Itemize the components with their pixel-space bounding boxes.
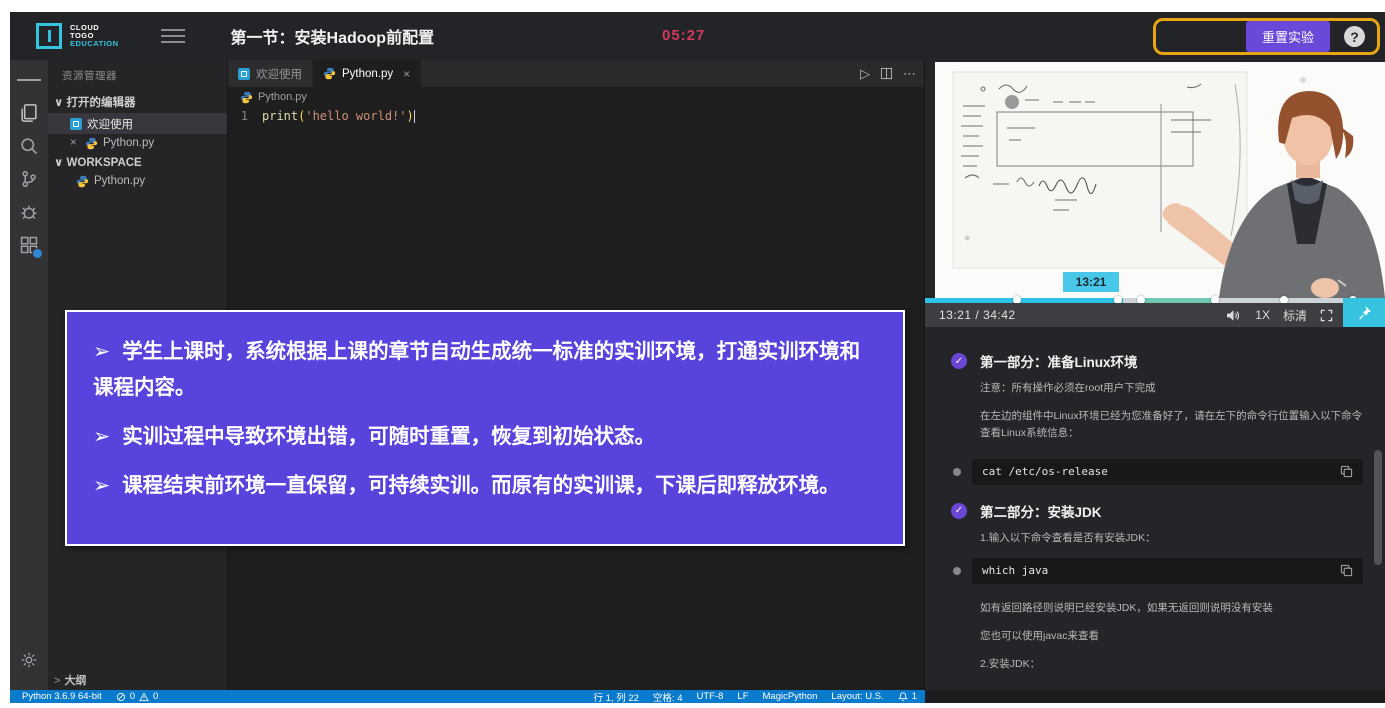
language-mode[interactable]: MagicPython: [763, 691, 818, 702]
app-window: CLOUD TOGO EDUCATION 第一节：安装Hadoop前配置 05:…: [10, 12, 1385, 703]
open-editor-welcome[interactable]: 欢迎使用: [48, 113, 227, 134]
copy-icon[interactable]: [1340, 465, 1353, 478]
text-cursor: [414, 110, 416, 123]
keyboard-layout[interactable]: Layout: U.S.: [831, 691, 883, 702]
open-editor-python[interactable]: × Python.py: [48, 134, 227, 152]
editor-tab-bar: 欢迎使用 Python.py × ▷ ⋯: [228, 60, 924, 87]
countdown-timer: 05:27: [662, 27, 705, 44]
fullscreen-icon[interactable]: [1320, 309, 1333, 322]
reset-experiment-button[interactable]: 重置实验: [1246, 21, 1330, 52]
encoding[interactable]: UTF-8: [696, 691, 723, 702]
close-icon[interactable]: ×: [403, 67, 410, 81]
pin-video-button[interactable]: [1343, 298, 1385, 327]
files-icon[interactable]: [17, 101, 41, 125]
cursor-position[interactable]: 行 1, 列 22: [594, 690, 639, 704]
command-os-release[interactable]: cat /etc/os-release: [972, 459, 1363, 485]
activity-bar: [10, 60, 48, 690]
command-which-java[interactable]: which java: [972, 558, 1363, 584]
editor-actions: ▷ ⋯: [860, 60, 916, 87]
welcome-icon: [238, 68, 250, 80]
video-frame-presenter: [935, 62, 1385, 298]
top-bar: CLOUD TOGO EDUCATION 第一节：安装Hadoop前配置 05:…: [10, 12, 1385, 60]
search-icon[interactable]: [17, 134, 41, 158]
more-actions-icon[interactable]: ⋯: [903, 66, 916, 82]
code-line-1[interactable]: 1 print('hello world!'): [228, 107, 924, 125]
problems-indicator[interactable]: 0 0: [116, 691, 159, 702]
video-player[interactable]: 13:21: [935, 62, 1385, 298]
bullet-dot-icon: [953, 567, 961, 575]
source-control-icon[interactable]: [17, 167, 41, 191]
command-row: which java: [953, 558, 1363, 584]
eol-sequence[interactable]: LF: [737, 691, 748, 702]
chapter-title: 第一节：安装Hadoop前配置: [231, 24, 435, 48]
feature-callout-overlay: ➢学生上课时，系统根据上课的章节自动生成统一标准的实训环境，打通实训环境和课程内…: [65, 310, 905, 546]
callout-bullet: ➢学生上课时，系统根据上课的章节自动生成统一标准的实训环境，打通实训环境和课程内…: [93, 334, 877, 406]
bullet-dot-icon: [953, 468, 961, 476]
section-2-after2: 您也可以使用javac来查看: [980, 628, 1363, 643]
section-2-step2: 2.安装JDK：: [980, 656, 1363, 671]
breadcrumb[interactable]: Python.py: [228, 87, 924, 107]
check-circle-icon: ✓: [951, 353, 967, 369]
brand-name: CLOUD TOGO EDUCATION: [70, 24, 119, 48]
section-1-paragraph: 在左边的组件中Linux环境已经为您准备好了，请在左下的命令行位置输入以下命令查…: [980, 408, 1363, 443]
course-panel: 13:21 13:21 / 34:42 1X 标清: [925, 60, 1385, 690]
menu-icon[interactable]: [17, 68, 41, 92]
split-editor-icon[interactable]: [880, 67, 893, 80]
tab-python[interactable]: Python.py ×: [313, 60, 421, 87]
workspace-file-python[interactable]: Python.py: [48, 172, 227, 190]
debug-icon[interactable]: [17, 200, 41, 224]
section-1-note: 注意：所有操作必须在root用户下完成: [980, 380, 1363, 395]
callout-bullet: ➢实训过程中导致环境出错，可随时重置，恢复到初始状态。: [93, 419, 877, 455]
callout-bullet: ➢课程结束前环境一直保留，可持续实训。而原有的实训课，下课后即释放环境。: [93, 468, 877, 504]
copy-icon[interactable]: [1340, 564, 1353, 577]
playback-speed-button[interactable]: 1X: [1255, 308, 1270, 322]
seek-tooltip: 13:21: [1063, 272, 1119, 292]
status-bar-blue: Python 3.6.9 64-bit 0 0 行 1, 列 22 空格: 4 …: [10, 690, 925, 703]
run-icon[interactable]: ▷: [860, 66, 870, 82]
course-content: ✓ 第一部分：准备Linux环境 注意：所有操作必须在root用户下完成 在左边…: [925, 327, 1385, 690]
indentation[interactable]: 空格: 4: [653, 690, 683, 704]
section-2-header: ✓ 第二部分：安装JDK: [951, 501, 1363, 521]
section-2-after1: 如有返回路径则说明已经安装JDK，如果无返回则说明没有安装: [980, 600, 1363, 615]
extensions-badge: [32, 248, 43, 259]
warning-icon: [139, 692, 149, 702]
reset-highlight-box: 重置实验 ?: [1153, 18, 1380, 55]
status-bar: Python 3.6.9 64-bit 0 0 行 1, 列 22 空格: 4 …: [10, 690, 1385, 703]
video-controls: 13:21 / 34:42 1X 标清: [925, 303, 1385, 327]
python-file-icon: [85, 137, 98, 150]
extensions-icon[interactable]: [17, 233, 41, 257]
python-file-icon: [76, 175, 89, 188]
quality-button[interactable]: 标清: [1283, 307, 1307, 324]
python-file-icon: [240, 91, 253, 104]
section-2-step1: 1.输入以下命令查看是否有安装JDK：: [980, 530, 1363, 545]
tab-welcome[interactable]: 欢迎使用: [228, 60, 313, 87]
video-time: 13:21 / 34:42: [939, 308, 1016, 322]
arrow-bullet-icon: ➢: [93, 425, 110, 448]
python-file-icon: [323, 67, 336, 80]
outline-section[interactable]: >大纲: [54, 672, 86, 688]
line-number: 1: [228, 109, 262, 123]
cloud-togo-logo-icon: [36, 23, 62, 49]
open-editors-header[interactable]: ∨ 打开的编辑器: [48, 91, 227, 113]
help-icon[interactable]: ?: [1344, 26, 1365, 47]
close-icon[interactable]: ×: [70, 137, 80, 149]
error-icon: [116, 692, 126, 702]
gear-icon[interactable]: [17, 648, 41, 672]
section-1-header: ✓ 第一部分：准备Linux环境: [951, 351, 1363, 371]
scrollbar-thumb[interactable]: [1374, 450, 1382, 565]
command-row: cat /etc/os-release: [953, 459, 1363, 485]
notifications-bell[interactable]: 1: [898, 691, 917, 702]
arrow-bullet-icon: ➢: [93, 474, 110, 497]
explorer-title: 资源管理器: [48, 60, 227, 91]
python-version[interactable]: Python 3.6.9 64-bit: [22, 691, 102, 702]
bell-icon: [898, 692, 908, 702]
arrow-bullet-icon: ➢: [93, 340, 110, 363]
check-circle-icon: ✓: [951, 503, 967, 519]
brand-logo: CLOUD TOGO EDUCATION: [36, 23, 119, 49]
welcome-icon: [70, 118, 82, 130]
volume-icon[interactable]: [1225, 309, 1242, 322]
workspace-header[interactable]: ∨ WORKSPACE: [48, 152, 227, 172]
menu-icon[interactable]: [161, 29, 185, 43]
